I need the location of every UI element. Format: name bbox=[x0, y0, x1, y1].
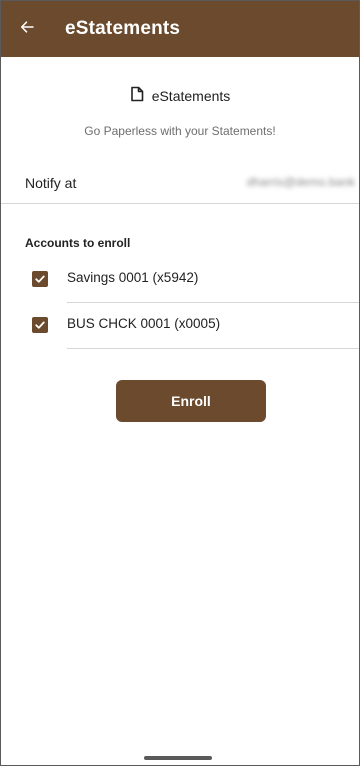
account-label-savings: Savings 0001 (x5942) bbox=[67, 270, 199, 285]
header-title-row: eStatements bbox=[1, 85, 359, 107]
back-button[interactable] bbox=[3, 1, 51, 57]
account-row-savings[interactable]: Savings 0001 (x5942) bbox=[1, 257, 359, 303]
checkbox-savings[interactable] bbox=[32, 271, 48, 287]
checkmark-icon bbox=[35, 275, 45, 283]
account-label-business-checking: BUS CHCK 0001 (x0005) bbox=[67, 316, 221, 331]
notify-email-value: dharris@demo.bank bbox=[246, 175, 355, 189]
notify-row[interactable]: Notify at dharris@demo.bank bbox=[1, 165, 359, 204]
account-row-business-checking[interactable]: BUS CHCK 0001 (x0005) bbox=[1, 303, 359, 349]
home-indicator[interactable] bbox=[144, 756, 212, 760]
screen: eStatements eStatements Go Paperless wit… bbox=[0, 0, 360, 766]
page-title: eStatements bbox=[65, 18, 181, 39]
notify-label: Notify at bbox=[25, 175, 77, 191]
document-icon bbox=[130, 86, 144, 107]
header-title: eStatements bbox=[151, 88, 231, 104]
checkmark-icon bbox=[35, 321, 45, 329]
header-subtitle: Go Paperless with your Statements! bbox=[84, 124, 276, 138]
accounts-section-label: Accounts to enroll bbox=[25, 236, 131, 250]
checkbox-business-checking[interactable] bbox=[32, 317, 48, 333]
enroll-button[interactable]: Enroll bbox=[116, 380, 266, 422]
app-bar: eStatements bbox=[1, 1, 359, 57]
estatements-header: eStatements Go Paperless with your State… bbox=[1, 85, 359, 138]
arrow-left-icon bbox=[19, 19, 35, 40]
divider bbox=[67, 348, 359, 349]
